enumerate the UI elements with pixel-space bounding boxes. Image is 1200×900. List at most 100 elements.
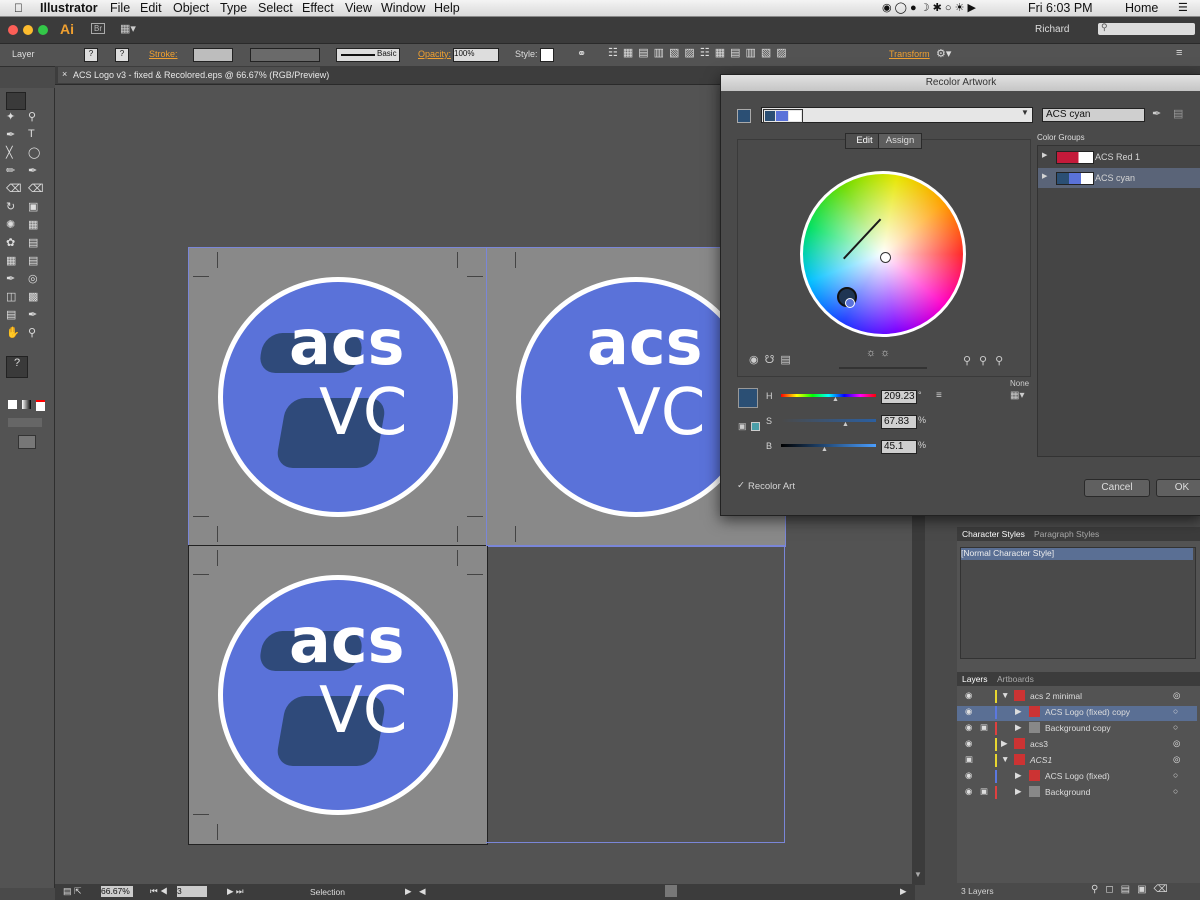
layer-action-icons[interactable]: ⚲◻▤▣⌫ [1091, 884, 1175, 895]
ok-button[interactable]: OK [1156, 479, 1200, 497]
target-icon[interactable]: ○ [1173, 706, 1178, 716]
gradient-mode-icon[interactable] [22, 400, 31, 409]
layer-row[interactable]: ◉ ▣ ▶ Background ○ [957, 786, 1197, 801]
eyedropper-icon[interactable]: ✒ [1152, 107, 1161, 120]
layer-row[interactable]: ◉ ▣ ▶ Background copy ○ [957, 722, 1197, 737]
apple-icon[interactable]:  [14, 1, 23, 15]
user-menu[interactable]: Richard [1035, 24, 1069, 35]
visibility-eye-icon[interactable]: ◉ [965, 786, 972, 797]
menu-select[interactable]: Select [258, 1, 293, 15]
tool-icon[interactable]: ✒ [28, 308, 37, 321]
expand-arrow-icon[interactable]: ▼ [1001, 754, 1009, 764]
tool-icon[interactable]: ✒ [28, 164, 37, 177]
brightness-field[interactable]: 45.1 [881, 440, 917, 454]
tool-icon[interactable]: T [28, 128, 35, 140]
tool-icon[interactable]: ╳ [6, 146, 13, 159]
layer-row[interactable]: ◉ ▶ ACS Logo (fixed) copy ○ [957, 706, 1197, 721]
color-group-row-selected[interactable]: ▶ ACS cyan [1038, 168, 1200, 188]
brush-definition[interactable]: Basic [336, 48, 400, 62]
tab-layers[interactable]: Layers [962, 674, 988, 684]
close-window-icon[interactable] [8, 25, 18, 35]
menu-home[interactable]: Home [1125, 1, 1158, 15]
color-group-strip[interactable]: ▼ [761, 107, 1033, 123]
close-tab-icon[interactable]: × [62, 69, 67, 79]
color-handle-white[interactable] [880, 252, 891, 263]
tool-icon[interactable]: ▤ [28, 236, 38, 249]
visibility-eye-icon[interactable]: ◉ [965, 738, 972, 749]
menu-object[interactable]: Object [173, 1, 209, 15]
visibility-eye-icon[interactable]: ◉ [965, 706, 972, 717]
hsb-menu-icon[interactable]: ≡ [936, 390, 942, 401]
expand-arrow-icon[interactable]: ▶ [1015, 722, 1022, 733]
artboard-number-field[interactable]: 3 [177, 886, 207, 897]
expand-arrow-icon[interactable]: ▶ [1015, 770, 1022, 781]
visibility-eye-icon[interactable]: ◉ [965, 722, 972, 733]
expand-arrow-icon[interactable]: ▼ [1001, 690, 1009, 700]
wheel-mode-icons[interactable]: ◉☋▤ [749, 353, 797, 366]
selection-tool-icon[interactable] [6, 92, 26, 110]
layer-name[interactable]: Background [1045, 787, 1090, 797]
color-group-name-field[interactable]: ACS cyan [1042, 108, 1145, 122]
color-group-row[interactable]: ▶ ACS Red 1 [1038, 148, 1200, 166]
scroll-left-icon[interactable]: ◀ [419, 886, 426, 897]
tool-icon[interactable]: ◯ [28, 146, 40, 159]
tool-icon[interactable]: ⚲ [28, 110, 36, 123]
tool-icon[interactable]: ▦ [28, 218, 38, 231]
document-tab[interactable]: × ACS Logo v3 - fixed & Recolored.eps @ … [58, 67, 329, 83]
tool-icon[interactable]: ✒ [6, 128, 15, 141]
artboard-3[interactable]: acs VC [188, 545, 488, 845]
layer-row[interactable]: ▣ ▼ ACS1 ◎ [957, 754, 1197, 769]
visibility-eye-icon[interactable]: ◉ [965, 690, 972, 701]
tool-icon[interactable]: ▤ [6, 308, 16, 321]
tool-icon[interactable]: ▣ [28, 200, 38, 213]
dropdown-arrow-icon[interactable]: ▼ [1021, 108, 1029, 117]
tool-icon[interactable]: ✺ [6, 218, 15, 231]
stroke-swatch[interactable]: ? [115, 48, 129, 62]
draw-mode-icons[interactable] [8, 418, 42, 427]
arrange-documents-icon[interactable]: ▦▾ [120, 22, 136, 35]
menu-help[interactable]: Help [434, 1, 460, 15]
status-icons[interactable]: ◉ ◯ ● ☽ ✱ ○ ☀ ▶ [882, 1, 976, 14]
fill-indicator[interactable]: ? [6, 356, 28, 378]
lock-icon[interactable]: ▣ [980, 722, 988, 733]
expand-arrow-icon[interactable]: ▶ [1042, 172, 1047, 180]
search-input[interactable]: ⚲ [1098, 22, 1195, 35]
save-group-icon[interactable]: ▤ [1173, 107, 1183, 120]
tab-artboards[interactable]: Artboards [997, 674, 1034, 684]
menu-app-name[interactable]: Illustrator [40, 1, 98, 15]
saturation-slider-thumb[interactable]: ▲ [842, 421, 849, 428]
layer-name[interactable]: acs3 [1030, 739, 1048, 749]
tool-icon[interactable]: ▦ [6, 254, 16, 267]
tool-icon[interactable]: ▩ [28, 290, 38, 303]
graphic-style-swatch[interactable] [540, 48, 554, 62]
brightness-slider[interactable] [839, 367, 927, 369]
tool-icon[interactable]: ▤ [28, 254, 38, 267]
zoom-field[interactable]: 66.67% [101, 886, 133, 897]
color-wheel[interactable] [800, 171, 966, 337]
fill-swatch[interactable]: ? [84, 48, 98, 62]
target-icon[interactable]: ○ [1173, 722, 1178, 732]
list-icon[interactable]: ☰ [1178, 1, 1188, 14]
out-of-gamut-icon[interactable]: ▣ [738, 421, 747, 432]
layer-row[interactable]: ◉ ▶ ACS Logo (fixed) ○ [957, 770, 1197, 785]
target-icon[interactable]: ○ [1173, 770, 1178, 780]
transform-link[interactable]: Transform [889, 49, 930, 59]
brightness-slider-thumb[interactable]: ▲ [821, 446, 828, 453]
target-icon[interactable]: ◎ [1173, 690, 1180, 701]
saturation-slider[interactable] [781, 419, 876, 422]
menu-edit[interactable]: Edit [140, 1, 162, 15]
artboard-1[interactable]: acs VC [188, 247, 488, 547]
menu-window[interactable]: Window [381, 1, 425, 15]
menu-clock[interactable]: Fri 6:03 PM [1028, 1, 1093, 15]
tool-icon[interactable]: ✋ [6, 326, 20, 339]
artboard-4[interactable] [486, 545, 785, 843]
bridge-button[interactable]: Br [91, 23, 105, 34]
target-icon[interactable]: ◎ [1173, 738, 1180, 749]
isolate-icon[interactable]: ⚙▾ [936, 47, 951, 60]
stroke-weight-field[interactable] [193, 48, 233, 62]
opacity-label[interactable]: Opacity: [418, 49, 451, 59]
tool-icon[interactable]: ✏ [6, 164, 15, 177]
template-layer-icon[interactable]: ▣ [965, 754, 973, 765]
layer-name[interactable]: Background copy [1045, 723, 1111, 733]
brightness-value-slider[interactable] [781, 444, 876, 447]
